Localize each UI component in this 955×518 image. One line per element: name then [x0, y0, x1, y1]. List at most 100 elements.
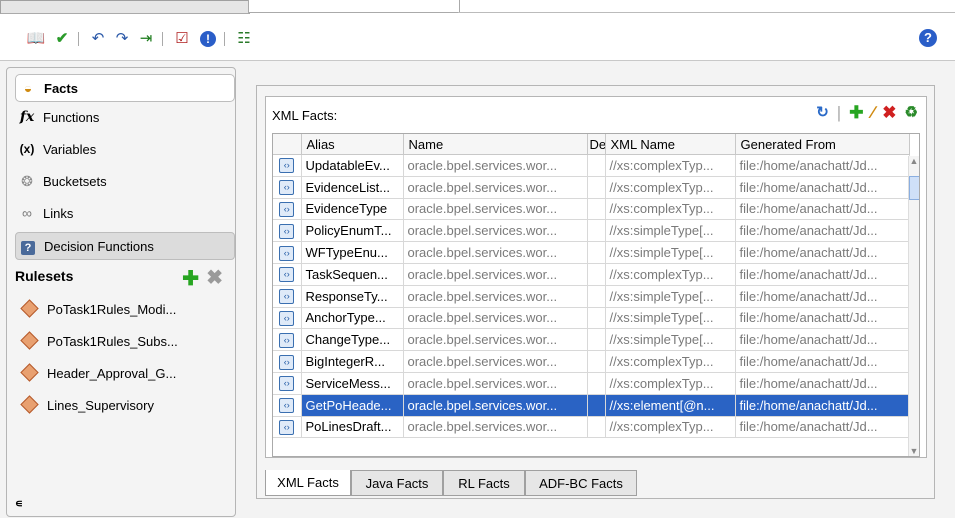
cell-xml-name[interactable]: //xs:element[@n... [605, 394, 736, 417]
ruleset-item[interactable]: PoTask1Rules_Subs... [19, 328, 229, 354]
cell-generated-from[interactable]: file:/home/anachatt/Jd... [735, 241, 910, 264]
xml-fact-icon[interactable]: ‹› [273, 176, 302, 199]
cell-alias[interactable]: TaskSequen... [301, 263, 404, 286]
cell-alias[interactable]: PoLinesDraft... [301, 416, 404, 439]
table-row[interactable]: ‹› BigIntegerR... oracle.bpel.services.wor… [273, 350, 910, 373]
cell-name[interactable]: oracle.bpel.services.wor... [403, 372, 588, 395]
table-row[interactable]: ‹› PolicyEnumT... oracle.bpel.services.wor… [273, 219, 910, 243]
cell-description[interactable] [587, 416, 606, 439]
cell-xml-name[interactable]: //xs:simpleType[... [605, 307, 736, 330]
tab-adf-bc-facts[interactable]: ADF-BC Facts [525, 470, 637, 496]
cell-generated-from[interactable]: file:/home/anachatt/Jd... [735, 198, 910, 221]
column-header-description[interactable]: De [587, 134, 606, 155]
cell-description[interactable] [587, 154, 606, 177]
cell-generated-from[interactable]: file:/home/anachatt/Jd... [735, 350, 910, 373]
cell-description[interactable] [587, 372, 606, 395]
cell-xml-name[interactable]: //xs:simpleType[... [605, 241, 736, 264]
cell-name[interactable]: oracle.bpel.services.wor... [403, 263, 588, 286]
xml-fact-icon[interactable]: ‹› [273, 263, 302, 286]
cell-name[interactable]: oracle.bpel.services.wor... [403, 416, 588, 439]
cell-xml-name[interactable]: //xs:simpleType[... [605, 285, 736, 308]
book-icon[interactable]: 📖 [26, 29, 46, 49]
vertical-scrollbar[interactable]: ▲ ▼ [908, 156, 919, 456]
cell-alias[interactable]: PolicyEnumT... [301, 219, 404, 243]
xml-fact-icon[interactable]: ‹› [273, 219, 302, 243]
sidebar-item-links[interactable]: ∞ Links [15, 200, 233, 226]
cell-description[interactable] [587, 307, 606, 330]
xml-fact-icon[interactable]: ‹› [273, 307, 302, 330]
table-row[interactable]: ‹› UpdatableEv... oracle.bpel.services.wor… [273, 154, 910, 177]
tree-icon[interactable]: ☷ [234, 29, 254, 49]
add-ruleset-icon[interactable]: ✚ [182, 266, 199, 291]
delete-ruleset-icon[interactable]: ✖ [206, 265, 223, 290]
cell-alias[interactable]: EvidenceList... [301, 176, 404, 199]
table-row[interactable]: ‹› ResponseTy... oracle.bpel.services.wor.… [273, 285, 910, 308]
tab-xml-facts[interactable]: XML Facts [265, 470, 351, 496]
tab-rl-facts[interactable]: RL Facts [443, 470, 525, 496]
cell-generated-from[interactable]: file:/home/anachatt/Jd... [735, 372, 910, 395]
ruleset-item[interactable]: Header_Approval_G... [19, 360, 229, 386]
cell-description[interactable] [587, 394, 606, 417]
sidebar-item-bucketsets[interactable]: ❂ Bucketsets [15, 168, 233, 194]
sidebar-item-functions[interactable]: fx Functions [15, 104, 233, 130]
add-icon[interactable]: ✚ [849, 103, 863, 123]
editor-tab-active[interactable] [248, 0, 460, 13]
table-row[interactable]: ‹› EvidenceList... oracle.bpel.services.wo… [273, 176, 910, 199]
xml-fact-icon[interactable]: ‹› [273, 350, 302, 373]
table-row[interactable]: ‹› GetPoHeade... oracle.bpel.services.wor.… [273, 394, 910, 417]
cell-xml-name[interactable]: //xs:complexTyp... [605, 372, 736, 395]
table-row[interactable]: ‹› EvidenceType oracle.bpel.services.wor..… [273, 198, 910, 221]
cell-xml-name[interactable]: //xs:complexTyp... [605, 263, 736, 286]
xml-fact-icon[interactable]: ‹› [273, 154, 302, 177]
cell-name[interactable]: oracle.bpel.services.wor... [403, 307, 588, 330]
cell-name[interactable]: oracle.bpel.services.wor... [403, 394, 588, 417]
cell-name[interactable]: oracle.bpel.services.wor... [403, 328, 588, 352]
edit-icon[interactable]: ∕ [871, 103, 874, 123]
validate-icon[interactable]: ☑ [172, 29, 192, 49]
cell-alias[interactable]: ChangeType... [301, 328, 404, 352]
cell-xml-name[interactable]: //xs:complexTyp... [605, 198, 736, 221]
cell-generated-from[interactable]: file:/home/anachatt/Jd... [735, 394, 910, 417]
cell-xml-name[interactable]: //xs:complexTyp... [605, 154, 736, 177]
cell-xml-name[interactable]: //xs:complexTyp... [605, 350, 736, 373]
cell-xml-name[interactable]: //xs:complexTyp... [605, 416, 736, 439]
table-row[interactable]: ‹› AnchorType... oracle.bpel.services.wor.… [273, 307, 910, 330]
table-row[interactable]: ‹› TaskSequen... oracle.bpel.services.wor.… [273, 263, 910, 286]
cell-generated-from[interactable]: file:/home/anachatt/Jd... [735, 416, 910, 439]
cell-name[interactable]: oracle.bpel.services.wor... [403, 350, 588, 373]
table-row[interactable]: ‹› WFTypeEnu... oracle.bpel.services.wor..… [273, 241, 910, 264]
column-header-generated-from[interactable]: Generated From [735, 134, 910, 155]
cell-description[interactable] [587, 241, 606, 264]
cell-generated-from[interactable]: file:/home/anachatt/Jd... [735, 219, 910, 243]
error-icon[interactable]: ! [198, 29, 218, 49]
scroll-up-icon[interactable]: ▲ [909, 156, 919, 166]
collapse-handle[interactable]: ∊ [15, 497, 23, 510]
table-row[interactable]: ‹› ChangeType... oracle.bpel.services.wor.… [273, 328, 910, 352]
column-header-icon[interactable] [273, 134, 302, 155]
cell-name[interactable]: oracle.bpel.services.wor... [403, 219, 588, 243]
cell-alias[interactable]: ResponseTy... [301, 285, 404, 308]
ruleset-item[interactable]: Lines_Supervisory [19, 392, 229, 418]
table-row[interactable]: ‹› PoLinesDraft... oracle.bpel.services.wo… [273, 416, 910, 439]
cell-description[interactable] [587, 219, 606, 243]
column-header-name[interactable]: Name [403, 134, 588, 155]
cell-alias[interactable]: GetPoHeade... [301, 394, 404, 417]
cell-alias[interactable]: WFTypeEnu... [301, 241, 404, 264]
sidebar-item-decision-functions[interactable]: ? Decision Functions [15, 232, 235, 260]
xml-fact-icon[interactable]: ‹› [273, 416, 302, 439]
sidebar-item-variables[interactable]: (x) Variables [15, 136, 233, 162]
tab-java-facts[interactable]: Java Facts [351, 470, 443, 496]
xml-fact-icon[interactable]: ‹› [273, 285, 302, 308]
cell-name[interactable]: oracle.bpel.services.wor... [403, 176, 588, 199]
xml-fact-icon[interactable]: ‹› [273, 241, 302, 264]
cell-description[interactable] [587, 285, 606, 308]
xml-fact-icon[interactable]: ‹› [273, 198, 302, 221]
cell-xml-name[interactable]: //xs:simpleType[... [605, 219, 736, 243]
cell-generated-from[interactable]: file:/home/anachatt/Jd... [735, 263, 910, 286]
cell-xml-name[interactable]: //xs:complexTyp... [605, 176, 736, 199]
cell-alias[interactable]: UpdatableEv... [301, 154, 404, 177]
reload-icon[interactable]: ♻ [905, 103, 918, 123]
cell-description[interactable] [587, 198, 606, 221]
refresh-icon[interactable]: ↻ [816, 103, 829, 123]
cell-generated-from[interactable]: file:/home/anachatt/Jd... [735, 307, 910, 330]
